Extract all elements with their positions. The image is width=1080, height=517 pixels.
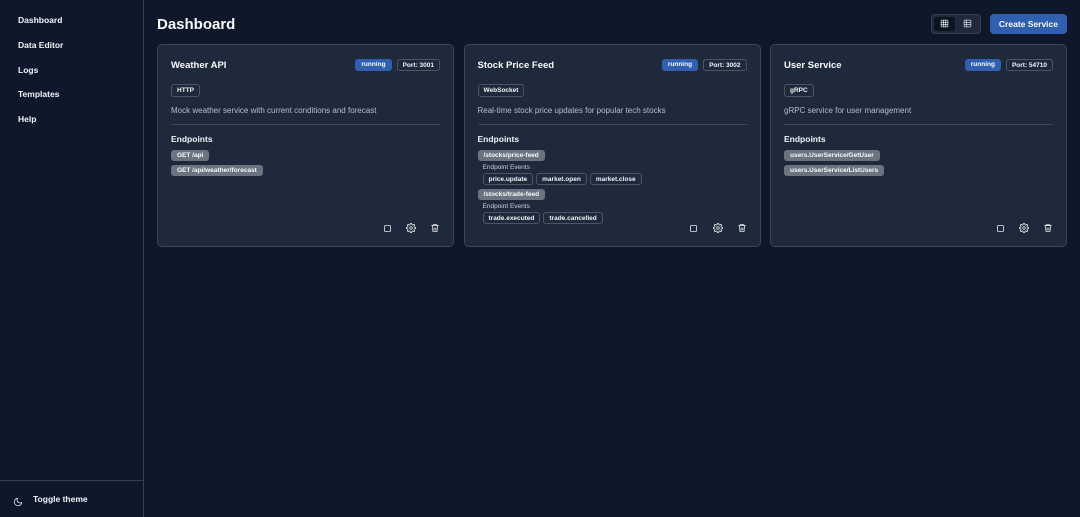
card-actions: [995, 223, 1053, 233]
service-card-user-service: User Service running Port: 54710 gRPC gR…: [770, 44, 1067, 247]
app: Dashboard Data Editor Logs Templates Hel…: [0, 0, 1080, 517]
endpoints-title: Endpoints: [477, 134, 520, 144]
card-title: Stock Price Feed: [477, 59, 555, 71]
gear-icon[interactable]: [406, 223, 416, 233]
card-badges: running Port: 3001: [355, 59, 440, 71]
card-header: User Service running Port: 54710: [784, 58, 1053, 72]
sidebar-item-logs[interactable]: Logs: [0, 58, 143, 83]
toggle-theme-button[interactable]: Toggle theme: [0, 480, 143, 517]
table-view-icon: [963, 15, 972, 33]
trash-icon[interactable]: [737, 223, 747, 233]
gear-icon[interactable]: [1019, 223, 1029, 233]
service-card-stock-price-feed: Stock Price Feed running Port: 3002 WebS…: [463, 44, 761, 247]
grid-view-icon: [940, 15, 949, 33]
endpoint-list: users.UserService/GetUser users.UserServ…: [784, 150, 1053, 176]
endpoint-list: /stocks/price-feed Endpoint Events price…: [477, 150, 747, 224]
status-badge: running: [661, 59, 699, 71]
endpoint-chip[interactable]: /stocks/price-feed: [477, 150, 545, 161]
card-description: Real-time stock price updates for popula…: [477, 106, 666, 115]
table-view-button[interactable]: [957, 17, 978, 31]
event-list: trade.executed trade.cancelled: [482, 212, 603, 224]
card-description: gRPC service for user management: [784, 106, 912, 115]
card-actions: [382, 223, 440, 233]
endpoint-chip[interactable]: users.UserService/ListUsers: [784, 165, 885, 176]
card-badges: running Port: 3002: [661, 59, 747, 71]
endpoint-group: /stocks/trade-feed Endpoint Events trade…: [477, 189, 603, 224]
endpoint-chip[interactable]: /stocks/trade-feed: [477, 189, 546, 200]
card-header: Weather API running Port: 3001: [171, 58, 440, 72]
view-toggle: [930, 14, 981, 34]
sidebar-item-templates[interactable]: Templates: [0, 82, 143, 107]
square-icon[interactable]: [995, 223, 1005, 233]
protocol-badge: gRPC: [784, 84, 814, 97]
endpoints-title: Endpoints: [171, 134, 213, 144]
header-actions: Create Service: [930, 14, 1067, 34]
card-title: Weather API: [171, 59, 227, 71]
card-description: Mock weather service with current condit…: [171, 106, 377, 115]
divider: [171, 124, 440, 125]
page-title: Dashboard: [157, 15, 236, 33]
port-badge: Port: 54710: [1005, 59, 1053, 71]
endpoint-chip[interactable]: GET /api: [171, 150, 210, 161]
endpoint-chip[interactable]: GET /api/weather/forecast: [171, 165, 263, 176]
toggle-theme-label: Toggle theme: [33, 494, 88, 504]
port-badge: Port: 3002: [703, 59, 747, 71]
trash-icon[interactable]: [430, 223, 440, 233]
divider: [784, 124, 1053, 125]
protocol-badge: WebSocket: [477, 84, 525, 97]
service-card-weather-api: Weather API running Port: 3001 HTTP Mock…: [157, 44, 454, 247]
main-content: Dashboard Create Service Weather API run…: [144, 0, 1080, 517]
moon-icon: [13, 494, 23, 507]
sidebar-nav: Dashboard Data Editor Logs Templates Hel…: [0, 0, 143, 132]
event-chip[interactable]: market.open: [536, 173, 587, 185]
endpoint-chip[interactable]: users.UserService/GetUser: [784, 150, 880, 161]
sidebar-item-help[interactable]: Help: [0, 107, 143, 132]
service-cards: Weather API running Port: 3001 HTTP Mock…: [157, 44, 1067, 247]
card-badges: running Port: 54710: [964, 59, 1053, 71]
port-badge: Port: 3001: [396, 59, 440, 71]
square-icon[interactable]: [689, 223, 699, 233]
card-title: User Service: [784, 59, 842, 71]
event-list: price.update market.open market.close: [482, 173, 642, 185]
card-actions: [689, 223, 747, 233]
divider: [477, 124, 747, 125]
event-chip[interactable]: trade.executed: [482, 212, 541, 224]
sidebar-item-data-editor[interactable]: Data Editor: [0, 33, 143, 58]
grid-view-button[interactable]: [933, 15, 955, 33]
status-badge: running: [964, 59, 1001, 71]
event-chip[interactable]: trade.cancelled: [543, 212, 603, 224]
endpoint-list: GET /api GET /api/weather/forecast: [171, 150, 440, 176]
gear-icon[interactable]: [712, 223, 723, 233]
create-service-button[interactable]: Create Service: [989, 14, 1067, 34]
endpoints-title: Endpoints: [784, 134, 826, 144]
sidebar-item-dashboard[interactable]: Dashboard: [0, 8, 143, 33]
square-icon[interactable]: [382, 223, 392, 233]
event-chip[interactable]: market.close: [589, 173, 642, 185]
card-header: Stock Price Feed running Port: 3002: [478, 58, 747, 72]
protocol-badge: HTTP: [171, 84, 200, 97]
endpoint-events-label: Endpoint Events: [482, 203, 530, 210]
endpoint-group: /stocks/price-feed Endpoint Events price…: [477, 150, 642, 185]
event-chip[interactable]: price.update: [482, 173, 534, 185]
status-badge: running: [355, 59, 392, 71]
topbar: Dashboard Create Service: [157, 14, 1067, 34]
sidebar: Dashboard Data Editor Logs Templates Hel…: [0, 0, 144, 517]
endpoint-events-label: Endpoint Events: [482, 164, 530, 171]
trash-icon[interactable]: [1043, 223, 1053, 233]
